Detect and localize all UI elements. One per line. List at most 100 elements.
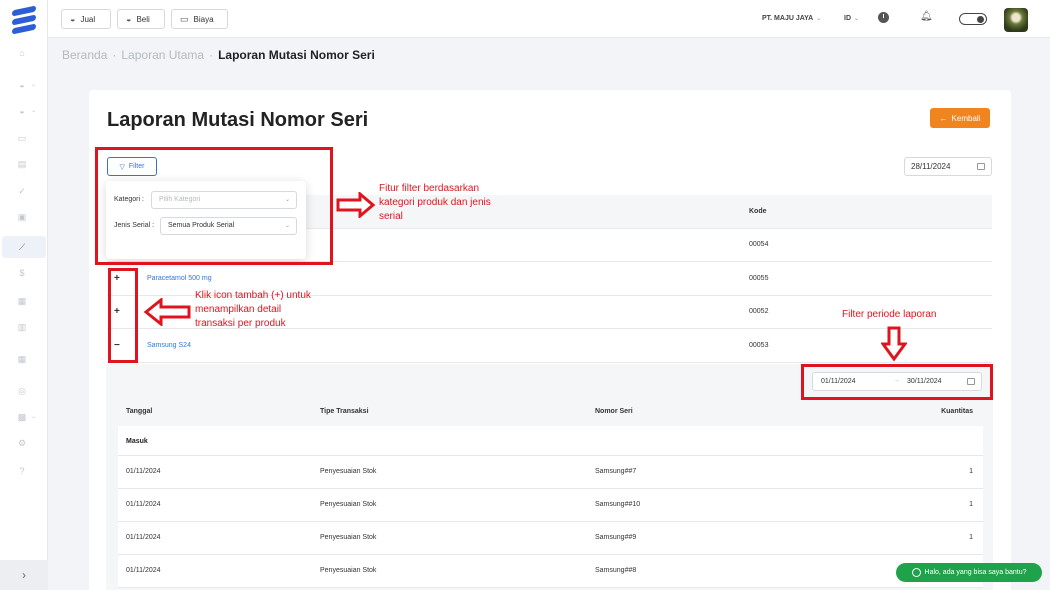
annotation-box-period [801,364,993,400]
beli-label: Beli [136,14,150,24]
annotation-expand-note: Klik icon tambah (+) untuk menampilkan d… [195,289,311,331]
whatsapp-label: Halo, ada yang bisa saya bantu? [924,569,1027,576]
whatsapp-icon [911,568,921,577]
cell-serial: Samsung##8 [595,567,637,574]
theme-toggle[interactable] [959,13,987,25]
arrow-left-icon: ← [939,113,948,123]
product-code: 00053 [749,342,769,349]
table-row: 01/11/2024 Penyesuaian Stok Samsung##10 … [118,489,983,522]
company-selector[interactable]: PT. MAJU JAYA ⌄ [762,15,821,22]
cell-date: 01/11/2024 [126,567,161,574]
basket-icon: ◒ [70,14,76,24]
cell-qty: 1 [969,534,973,541]
annotation-arrow-left-icon [143,298,191,326]
chevron-down-icon: ⌄ [31,82,37,88]
clock-icon[interactable] [878,12,889,23]
cell-type: Penyesuaian Stok [320,501,377,508]
product-code: 00052 [749,308,769,315]
topbar: ◒ Jual ◒ Beli ▭ Biaya PT. MAJU JAYA ⌄ ID ⌄… [48,0,1050,38]
cell-serial: Samsung##9 [595,534,637,541]
page-title: Laporan Mutasi Nomor Seri [107,109,369,131]
kode-header: Kode [749,208,767,215]
check-icon[interactable]: ✓ [17,186,27,196]
annotation-arrow-right-icon [336,192,376,218]
grid-icon[interactable]: ▦ [17,354,27,364]
back-button[interactable]: ← Kembali [930,108,990,128]
chevron-down-icon: ⌄ [854,16,860,22]
table-row: 01/11/2024 Penyesuaian Stok Samsung##9 1 [118,522,983,555]
building-icon[interactable]: ▥ [17,322,27,332]
jual-button[interactable]: ◒ Jual [61,9,111,29]
chart-icon[interactable]: ⟋ [17,242,27,252]
briefcase-icon[interactable]: ▣ [17,212,27,222]
cell-type: Penyesuaian Stok [320,567,377,574]
app-logo[interactable] [12,5,36,35]
basket-icon: ◒ [126,14,132,24]
language-selector[interactable]: ID ⌄ [844,15,859,22]
calendar-icon [977,163,985,170]
cell-serial: Samsung##10 [595,501,641,508]
annotation-period-note: Filter periode laporan [842,309,937,320]
beli-button[interactable]: ◒ Beli [117,9,165,29]
chevron-down-icon: ⌄ [816,16,822,22]
document-icon[interactable]: ▩ [17,412,27,422]
product-name[interactable]: Paracetamol 500 mg [147,275,212,282]
note-line: serial [379,211,403,222]
breadcrumb-reports[interactable]: Laporan Utama [121,48,204,62]
basket-icon[interactable]: ◒ [17,80,27,90]
home-icon[interactable]: ⌂ [17,48,27,58]
basket-icon[interactable]: ◒ [17,106,27,116]
note-line: Klik icon tambah (+) untuk [195,290,311,301]
note-line: menampilkan detail [195,304,282,315]
dollar-icon[interactable]: $ [17,268,27,278]
company-name: PT. MAJU JAYA [762,15,814,22]
annotation-box-filter [95,147,333,265]
card-icon: ▭ [180,13,189,24]
annotation-arrow-down-icon [881,326,907,362]
header-nomor-seri: Nomor Seri [595,408,633,415]
cell-date: 01/11/2024 [126,501,161,508]
table-row: 01/11/2024 Penyesuaian Stok Samsung##8 [118,555,983,588]
header-tipe: Tipe Transaksi [320,408,369,415]
section-label: Masuk [126,438,148,445]
table-row[interactable]: − Samsung S24 00053 [107,330,992,363]
cell-date: 01/11/2024 [126,534,161,541]
note-line: transaksi per produk [195,318,286,329]
avatar[interactable] [1004,8,1028,32]
whatsapp-chat-button[interactable]: Halo, ada yang bisa saya bantu? [896,563,1042,582]
refresh-icon[interactable]: ◎ [17,386,27,396]
table-row: 01/11/2024 Penyesuaian Stok Samsung##7 1 [118,456,983,489]
cell-qty: 1 [969,501,973,508]
sidebar: ⌂ ◒ ⌄ ◒ ⌄ ▭ ▤ ✓ ▣ ⟋ $ ▦ ▥ ▦ ◎ ▩ ⌄ ⚙ ? › [0,0,48,590]
header-kuantitas: Kuantitas [941,408,973,415]
document-icon[interactable]: ▦ [17,296,27,306]
cell-type: Penyesuaian Stok [320,534,377,541]
box-icon[interactable]: ▤ [17,159,27,169]
chevron-down-icon: ⌄ [31,414,37,420]
cell-type: Penyesuaian Stok [320,468,377,475]
section-row: Masuk [118,426,983,456]
back-label: Kembali [951,113,981,123]
date-input[interactable]: 28/11/2024 [904,157,992,176]
breadcrumb-current: Laporan Mutasi Nomor Seri [218,48,375,62]
card-icon[interactable]: ▭ [17,133,27,143]
annotation-box-expand [108,268,138,363]
bell-icon[interactable]: 🔔︎ [920,11,933,22]
gears-icon[interactable]: ⚙ [17,438,27,448]
product-name[interactable]: Samsung S24 [147,342,191,349]
breadcrumb-home[interactable]: Beranda [62,48,107,62]
language-code: ID [844,15,851,22]
sidebar-expand-button[interactable]: › [0,560,48,590]
biaya-button[interactable]: ▭ Biaya [171,9,228,29]
jual-label: Jual [80,14,96,24]
help-icon[interactable]: ? [17,466,27,476]
date-value: 28/11/2024 [911,162,951,171]
chevron-down-icon: ⌄ [31,108,37,114]
breadcrumb: Beranda · Laporan Utama · Laporan Mutasi Nom… [62,48,375,62]
cell-qty: 1 [969,468,973,475]
biaya-label: Biaya [193,14,214,24]
note-line: kategori produk dan jenis [379,197,491,208]
product-code: 00055 [749,275,769,282]
detail-table: Tanggal Tipe Transaksi Nomor Seri Kuanti… [118,396,983,588]
header-tanggal: Tanggal [126,408,153,415]
